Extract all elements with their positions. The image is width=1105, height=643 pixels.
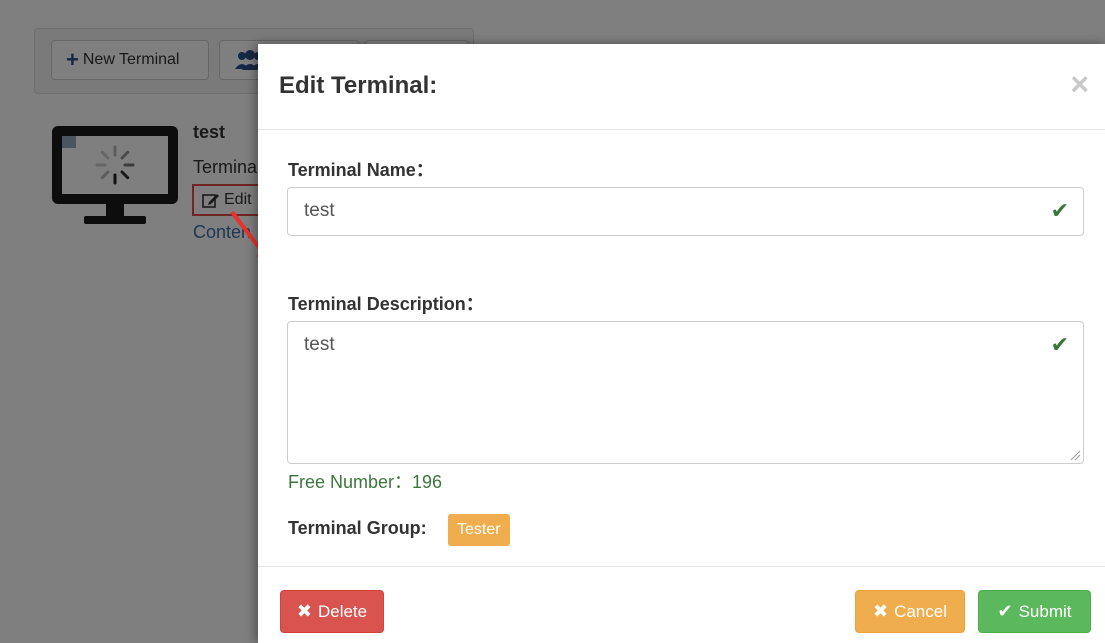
terminal-name: test [193,122,226,142]
modal-title: Edit Terminal: [279,72,438,99]
group-badge: Tester [448,514,510,546]
edit-label: Edit [224,191,252,208]
resize-grip-icon[interactable] [1069,449,1081,461]
terminal-label: Termina [193,157,258,177]
free-number-text: Free Number：196 [288,472,443,492]
monitor-icon [52,126,178,224]
terminal-name-input[interactable]: test ✔ [287,187,1084,236]
plus-icon: + [66,47,79,72]
check-icon: ✔ [997,601,1013,621]
modal-header: Edit Terminal: × [258,44,1105,130]
delete-label: Delete [317,601,368,621]
x-icon: ✖ [872,601,889,621]
edit-icon [202,194,219,208]
terminal-description-textarea[interactable]: test ✔ [287,321,1084,464]
submit-button[interactable]: ✔ Submit [978,590,1091,633]
submit-label: Submit [1018,601,1072,621]
terminal-name-value: test [304,200,335,221]
x-icon: ✖ [296,601,312,621]
terminal-name-label: Terminal Name： [288,160,434,180]
edit-terminal-modal: Edit Terminal: × Terminal Name： test ✔ T… [258,44,1105,643]
modal-footer: ✖ Delete ✖ Cancel ✔ Submit [258,566,1105,643]
new-terminal-button[interactable]: + New Terminal [51,40,209,80]
valid-check-icon: ✔ [1050,332,1069,357]
terminal-description-label: Terminal Description： [288,294,484,314]
terminal-group-label: Terminal Group: [288,518,427,538]
cancel-label: Cancel [894,601,947,621]
delete-button[interactable]: ✖ Delete [280,590,384,633]
new-terminal-label: New Terminal [82,51,180,68]
cancel-button[interactable]: ✖ Cancel [855,590,965,633]
close-icon[interactable]: × [1070,68,1089,100]
valid-check-icon: ✔ [1050,198,1069,223]
terminal-description-value: test [304,334,335,355]
